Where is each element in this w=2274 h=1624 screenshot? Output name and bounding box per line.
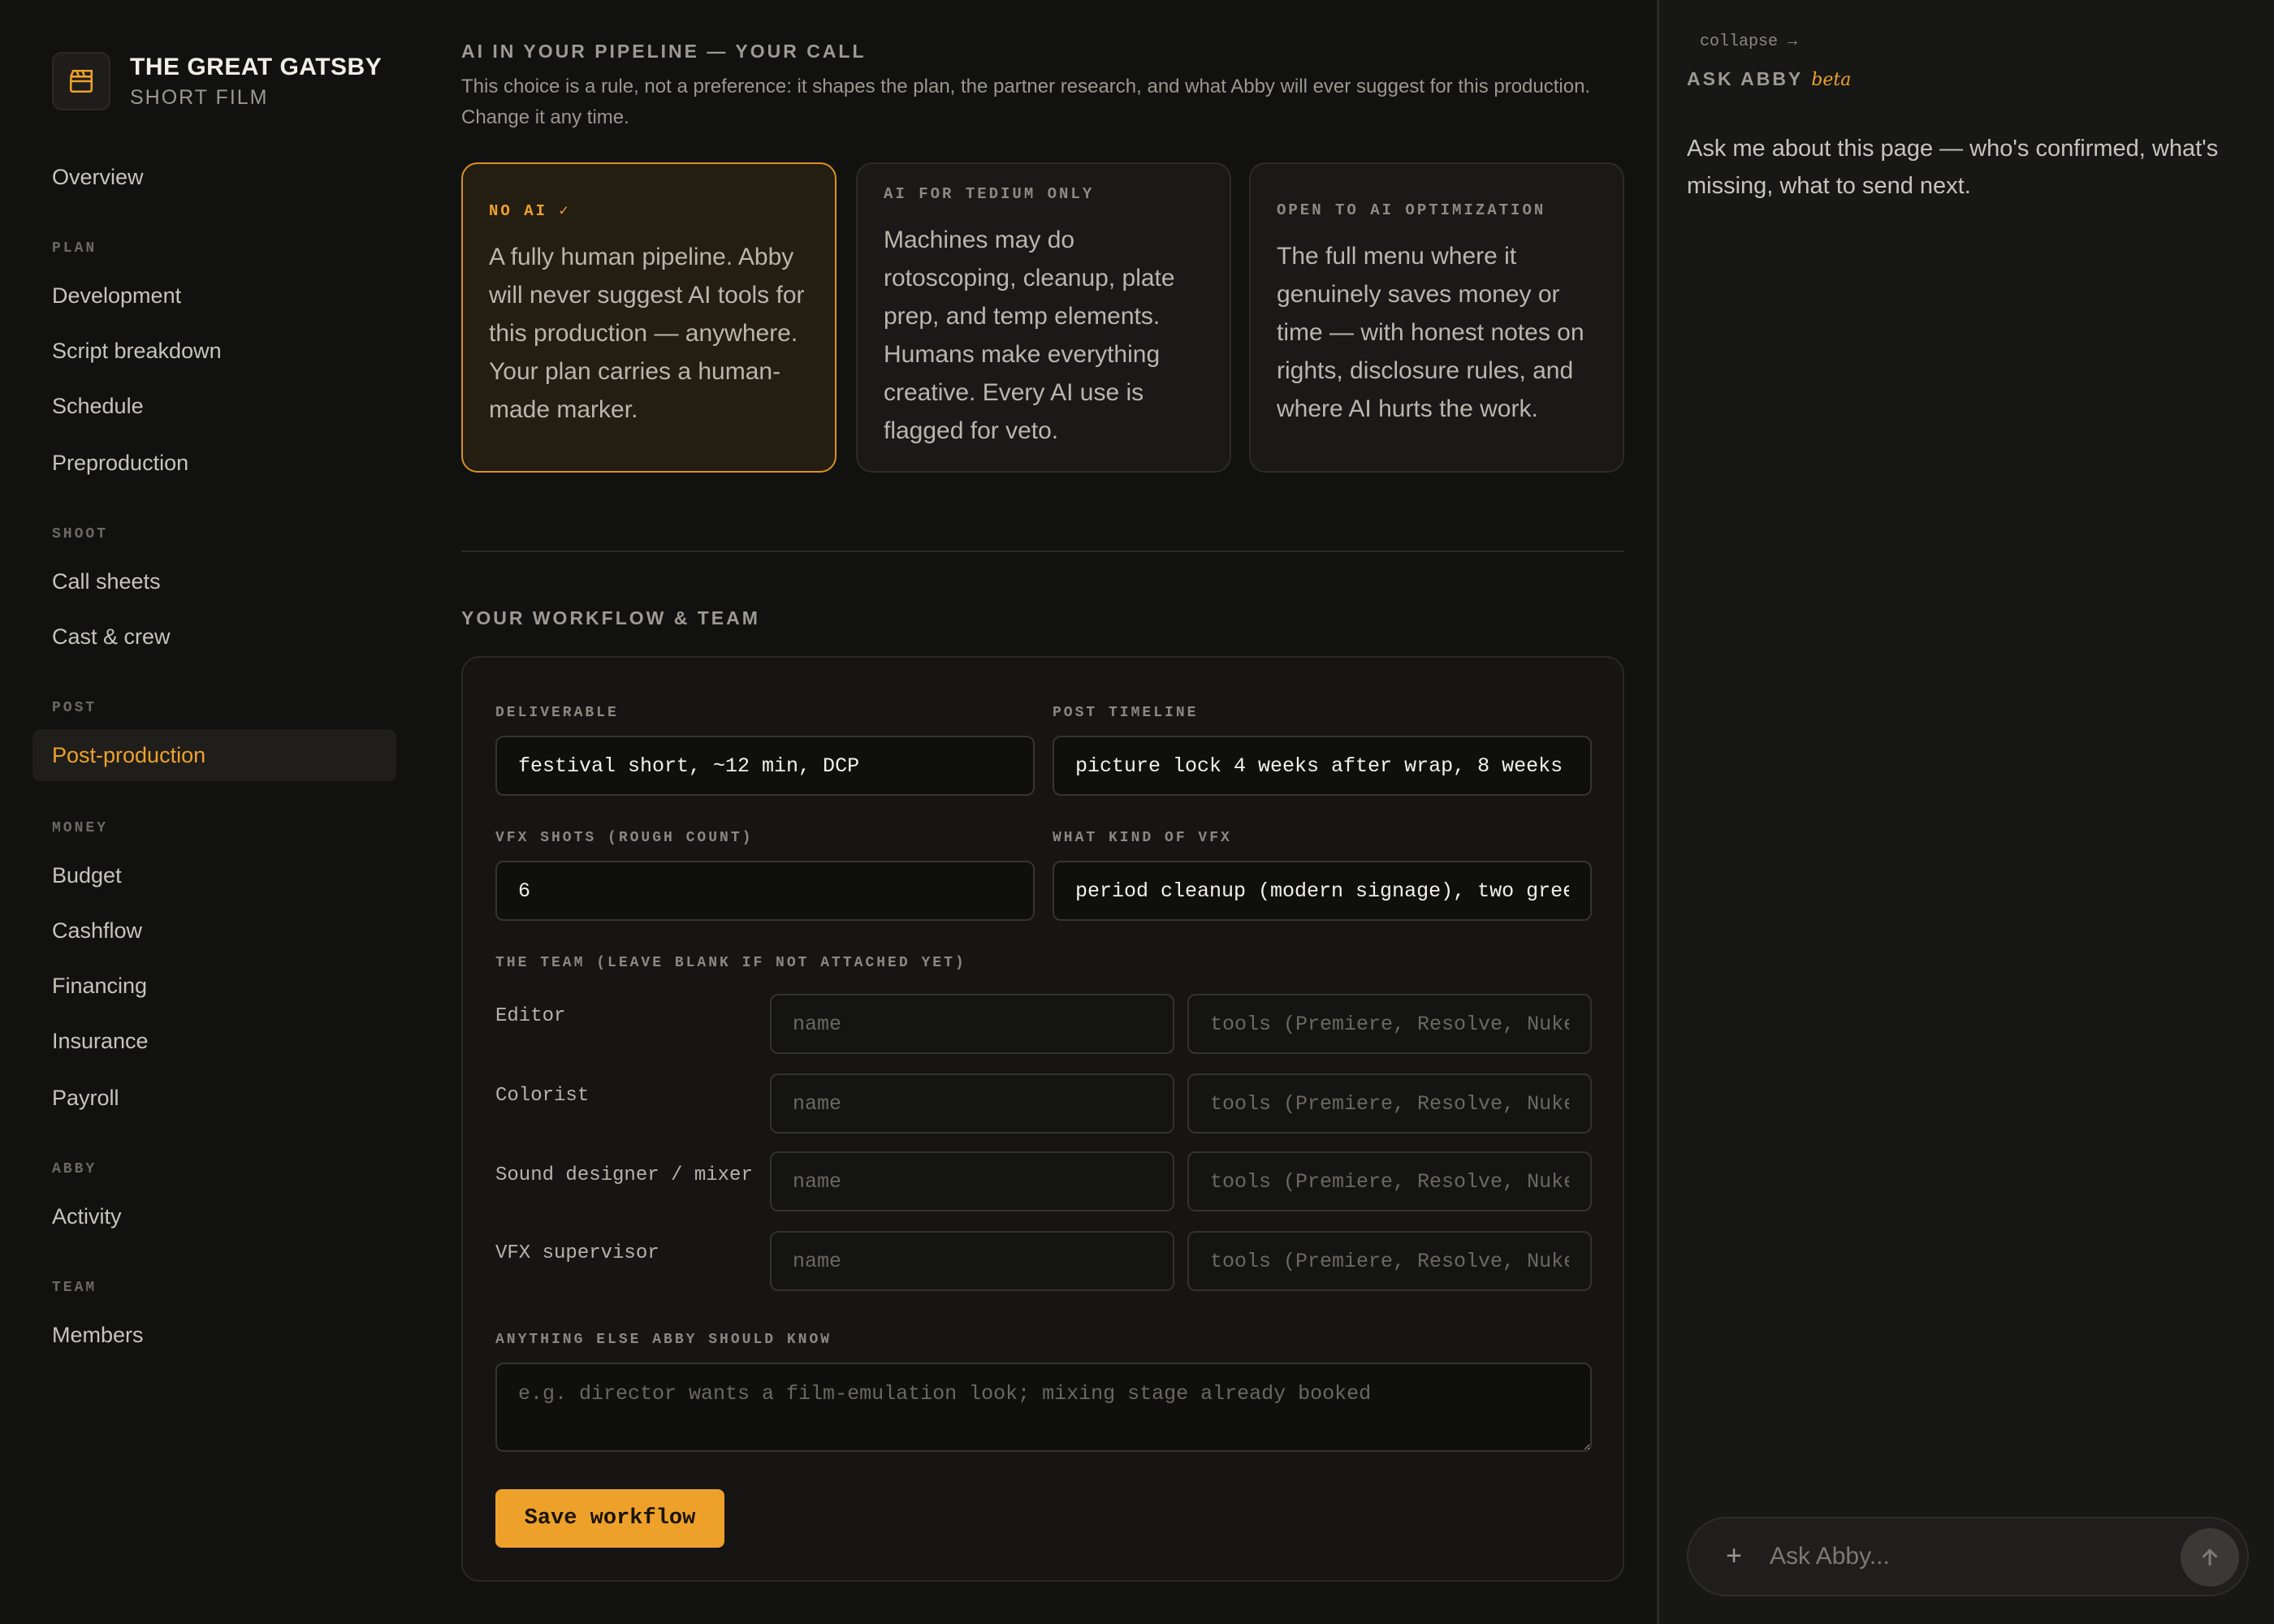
beta-badge: beta <box>1811 70 1852 90</box>
sound-name-input[interactable] <box>770 1151 1174 1212</box>
nav-budget[interactable]: Budget <box>32 849 396 901</box>
project-title: THE GREAT GATSBY <box>130 53 383 80</box>
ai-option-label: AI FOR TEDIUM ONLY <box>884 185 1095 203</box>
ai-option-no-ai[interactable]: NO AI ✓ A fully human pipeline. Abby wil… <box>461 162 837 473</box>
chat-title-text: ASK ABBY <box>1687 68 1804 89</box>
nav-section-shoot: SHOOT <box>52 526 109 542</box>
nav-schedule[interactable]: Schedule <box>32 380 396 432</box>
chat-intro-message: Ask me about this page — who's confirmed… <box>1687 136 2219 199</box>
role-colorist-label: Colorist <box>495 1085 590 1107</box>
workflow-panel: DELIVERABLE POST TIMELINE VFX SHOTS (ROU… <box>461 656 1624 1582</box>
section-divider <box>461 551 1624 552</box>
nav-section-team: TEAM <box>52 1280 97 1296</box>
deliverable-label: DELIVERABLE <box>495 705 619 721</box>
ask-abby-panel: collapse → ASK ABBY beta Ask me about thi… <box>1657 0 2274 1624</box>
chat-composer: + <box>1687 1517 2249 1596</box>
vfx-kind-input[interactable] <box>1053 861 1592 921</box>
team-label: THE TEAM (LEAVE BLANK IF NOT ATTACHED YE… <box>495 955 966 971</box>
nav-activity[interactable]: Activity <box>32 1190 396 1242</box>
vfx-shots-label: VFX SHOTS (ROUGH COUNT) <box>495 830 754 846</box>
collapse-button[interactable]: collapse → <box>1700 32 1797 51</box>
role-editor-label: Editor <box>495 1005 566 1027</box>
vfx-shots-input[interactable] <box>495 861 1035 921</box>
ai-option-label: OPEN TO AI OPTIMIZATION <box>1277 201 1546 219</box>
ai-option-label: NO AI ✓ <box>489 202 571 220</box>
nav-financing[interactable]: Financing <box>32 960 396 1012</box>
vfx-supervisor-name-input[interactable] <box>770 1231 1174 1291</box>
nav-cast-crew[interactable]: Cast & crew <box>32 611 396 663</box>
editor-tools-input[interactable] <box>1187 994 1592 1054</box>
arrow-up-icon <box>2203 1548 2217 1566</box>
ai-policy-heading: AI IN YOUR PIPELINE — YOUR CALL <box>461 41 867 62</box>
nav-section-abby: ABBY <box>52 1161 97 1177</box>
deliverable-input[interactable] <box>495 736 1035 796</box>
nav-post-production[interactable]: Post-production <box>32 729 396 781</box>
nav-overview[interactable]: Overview <box>32 151 396 203</box>
ai-option-text: A fully human pipeline. Abby will never … <box>489 244 805 423</box>
editor-name-input[interactable] <box>770 994 1174 1054</box>
nav-script-breakdown[interactable]: Script breakdown <box>32 325 396 377</box>
ai-option-text: Machines may do rotoscoping, cleanup, pl… <box>884 227 1175 444</box>
plus-icon[interactable]: + <box>1718 1540 1750 1572</box>
vfx-supervisor-tools-input[interactable] <box>1187 1231 1592 1291</box>
workflow-heading: YOUR WORKFLOW & TEAM <box>461 607 760 628</box>
ai-option-tedium-only[interactable]: AI FOR TEDIUM ONLY Machines may do rotos… <box>856 162 1231 473</box>
nav-payroll[interactable]: Payroll <box>32 1072 396 1124</box>
nav-development[interactable]: Development <box>32 270 396 322</box>
save-workflow-button[interactable]: Save workflow <box>495 1489 724 1548</box>
send-button[interactable] <box>2181 1528 2239 1587</box>
clapperboard-icon <box>52 52 110 110</box>
nav-section-post: POST <box>52 700 97 716</box>
role-vfx-supervisor-label: VFX supervisor <box>495 1242 659 1264</box>
project-header[interactable]: THE GREAT GATSBY SHORT FILM <box>52 52 382 110</box>
ai-option-text: The full menu where it genuinely saves m… <box>1277 243 1584 422</box>
chat-title: ASK ABBY beta <box>1687 68 1851 90</box>
notes-textarea[interactable] <box>495 1363 1592 1452</box>
nav-section-money: MONEY <box>52 820 109 836</box>
ai-policy-description: This choice is a rule, not a preference:… <box>461 76 1591 128</box>
ai-option-open-optimization[interactable]: OPEN TO AI OPTIMIZATION The full menu wh… <box>1249 162 1624 473</box>
post-timeline-label: POST TIMELINE <box>1053 705 1199 721</box>
role-sound-label: Sound designer / mixer <box>495 1164 753 1186</box>
sidebar: THE GREAT GATSBY SHORT FILM Overview PLA… <box>0 0 429 1624</box>
notes-label: ANYTHING ELSE ABBY SHOULD KNOW <box>495 1332 832 1348</box>
nav-insurance[interactable]: Insurance <box>32 1015 396 1067</box>
post-timeline-input[interactable] <box>1053 736 1592 796</box>
chat-input[interactable] <box>1770 1531 2143 1582</box>
nav-call-sheets[interactable]: Call sheets <box>32 555 396 607</box>
nav-cashflow[interactable]: Cashflow <box>32 905 396 957</box>
colorist-tools-input[interactable] <box>1187 1073 1592 1134</box>
sound-tools-input[interactable] <box>1187 1151 1592 1212</box>
colorist-name-input[interactable] <box>770 1073 1174 1134</box>
vfx-kind-label: WHAT KIND OF VFX <box>1053 830 1232 846</box>
nav-section-plan: PLAN <box>52 240 97 257</box>
nav-members[interactable]: Members <box>32 1309 396 1361</box>
project-subtitle: SHORT FILM <box>130 85 269 109</box>
nav-preproduction[interactable]: Preproduction <box>32 437 396 489</box>
